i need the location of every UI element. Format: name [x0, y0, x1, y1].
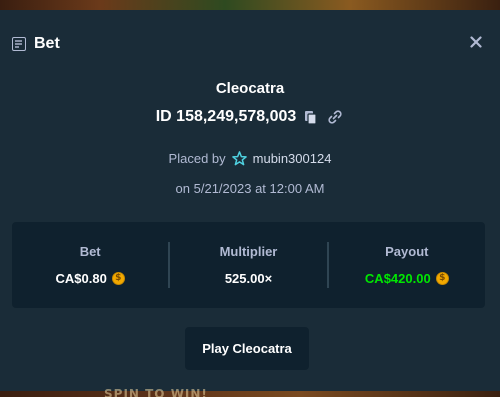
coin-icon: $: [435, 272, 449, 285]
bet-slip-icon: [12, 37, 26, 51]
coin-icon: $: [111, 272, 125, 285]
stat-payout-label: Payout: [385, 244, 429, 259]
stat-payout-value-row: CA$420.00 $: [365, 271, 449, 286]
background-banner-text: SPIN TO WIN!: [104, 387, 208, 397]
game-title: Cleocatra: [215, 80, 285, 97]
modal-header: Bet: [0, 10, 500, 78]
stat-payout: Payout CA$420.00 $: [329, 222, 485, 308]
username-link[interactable]: mubin300124: [253, 151, 332, 166]
stat-multiplier-value: 525.00×: [224, 271, 273, 286]
bet-id: ID 158,249,578,003: [155, 108, 297, 125]
stat-bet-value: CA$0.80: [55, 271, 107, 286]
stat-bet-label: Bet: [79, 244, 101, 259]
placed-by-row: Placed by mubin300124: [0, 151, 500, 166]
close-button[interactable]: [468, 34, 484, 50]
play-game-button[interactable]: Play Cleocatra: [185, 327, 309, 370]
close-icon: [470, 36, 482, 48]
copy-icon: [305, 110, 317, 125]
stat-multiplier: Multiplier 525.00×: [170, 222, 326, 308]
stat-bet: Bet CA$0.80 $: [12, 222, 168, 308]
background-game-art-bottom: [0, 391, 500, 397]
stat-multiplier-label: Multiplier: [219, 244, 278, 259]
background-game-art-top: [0, 0, 500, 10]
bet-date: on 5/21/2023 at 12:00 AM: [175, 181, 325, 196]
link-icon: [328, 110, 342, 124]
bet-id-row: ID 158,249,578,003: [0, 108, 500, 126]
modal-title: Bet: [34, 35, 60, 52]
stat-payout-value: CA$420.00: [364, 271, 431, 286]
placed-by-label: Placed by: [168, 151, 226, 166]
stat-bet-value-row: CA$0.80 $: [56, 271, 125, 286]
bet-stats-panel: Bet CA$0.80 $ Multiplier 525.00× Payout …: [12, 222, 485, 308]
copy-link-button[interactable]: [326, 108, 344, 126]
vip-star-icon: [231, 151, 247, 166]
bet-details-modal: Bet Cleocatra ID 158,249,578,003 Placed: [0, 10, 500, 391]
copy-id-button[interactable]: [302, 108, 320, 126]
